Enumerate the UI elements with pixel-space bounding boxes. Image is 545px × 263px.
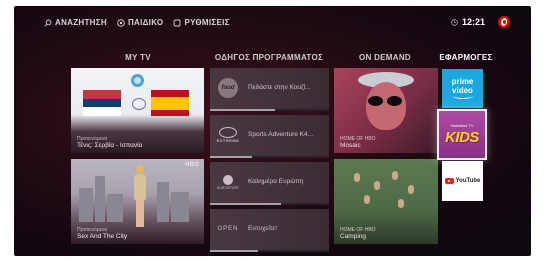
sunglasses-shape [368, 96, 404, 106]
extreme-logo-mark [219, 127, 237, 138]
building-shape [171, 192, 189, 222]
guide-title: Ευτυχείτε! [248, 225, 278, 232]
extreme-channel-logo-icon: EXTREME [216, 125, 240, 145]
header-ondemand[interactable]: ON DEMAND [344, 53, 426, 62]
nav-settings[interactable]: ΡΥΘΜΙΣΕΙΣ [173, 18, 229, 27]
hbo-badge: HBO [185, 162, 199, 168]
open-logo-text: OPEN [217, 226, 239, 232]
progress-bar [210, 156, 252, 158]
versus-icon [132, 98, 146, 110]
clock-icon [451, 18, 458, 26]
prime-line1: prime [451, 77, 474, 86]
progress-bar [210, 109, 276, 111]
tile-title: Mosaic [340, 142, 361, 149]
face-shape [366, 82, 406, 130]
serbia-flag-icon [83, 90, 121, 116]
ondemand-tile-mosaic[interactable]: HOME OF HBO Mosaic [334, 68, 438, 153]
tile-title: Camping [340, 233, 367, 240]
header-mytv[interactable]: MY TV [92, 53, 184, 62]
spain-flag-icon [151, 90, 189, 116]
app-youtube[interactable]: YouTube [442, 161, 483, 201]
tile-caption: HOME OF HBO Mosaic [340, 136, 376, 150]
header-apps[interactable]: ΕΦΑΡΜΟΓΕΣ [436, 53, 496, 62]
building-shape [107, 194, 123, 222]
nav-kids[interactable]: ΠΑΙΔΙΚΟ [117, 18, 163, 27]
search-icon [44, 19, 52, 27]
progress-bar [210, 250, 258, 252]
guide-row-open[interactable]: OPEN Ευτυχείτε! [210, 209, 329, 252]
food-logo-text: food [218, 78, 238, 98]
eurosport-channel-logo-icon: EUROSPORT [216, 172, 240, 192]
kids-icon [117, 18, 125, 27]
tile-title: Sex And The City [77, 233, 128, 240]
tile-title: Τένις: Σερβία - Ισπανία [77, 142, 143, 149]
nav-search[interactable]: ΑΝΑΖΗΤΗΣΗ [44, 18, 107, 27]
progress-bar [210, 203, 282, 205]
person-shape [408, 185, 414, 194]
header-guide[interactable]: ΟΔΗΓΟΣ ΠΡΟΓΡΑΜΜΑΤΟΣ [204, 53, 334, 62]
top-nav: ΑΝΑΖΗΤΗΣΗ ΠΑΙΔΙΚΟ ΡΥΘΜΙΣΕΙΣ [44, 18, 230, 27]
guide-title: Πεδάστε στην Κουζί... [248, 84, 311, 91]
person-figure [131, 165, 149, 227]
tile-caption: HOME OF HBO Camping [340, 227, 376, 241]
youtube-play-icon [444, 178, 454, 184]
building-shape [157, 182, 169, 222]
mytv-tile-satc[interactable]: HBO Προτεινόμενα Sex And The City [71, 159, 204, 244]
prime-smile-icon [452, 93, 473, 99]
app-vodafone-kids[interactable]: Vodafone TV KIDS [437, 109, 487, 160]
clock-time: 12:21 [462, 17, 486, 27]
kids-brand: Vodafone TV [450, 123, 474, 128]
kids-label: KIDS [445, 129, 479, 146]
tv-screen: ΑΝΑΖΗΤΗΣΗ ΠΑΙΔΙΚΟ ΡΥΘΜΙΣΕΙΣ 12:21 MY TV … [14, 6, 531, 256]
person-shape [374, 181, 380, 190]
eurosport-logo-mark [223, 174, 233, 185]
food-channel-logo-icon: food [216, 78, 240, 98]
guide-title: Καλημέρα Ευρώπη [248, 178, 304, 185]
youtube-label: YouTube [455, 178, 481, 184]
person-shape [354, 173, 360, 182]
guide-row-food[interactable]: food Πεδάστε στην Κουζί... [210, 68, 329, 111]
eurosport-logo-text: EUROSPORT [216, 185, 240, 190]
nav-search-label: ΑΝΑΖΗΤΗΣΗ [55, 18, 107, 27]
person-shape [364, 195, 370, 204]
guide-row-extreme[interactable]: EXTREME Sports Adventure K4... [210, 115, 329, 158]
channel-logo-icon [131, 74, 144, 87]
person-shape [398, 199, 404, 208]
clock: 12:21 [451, 17, 485, 27]
guide-row-eurosport[interactable]: EUROSPORT Καλημέρα Ευρώπη [210, 162, 329, 205]
guide-title: Sports Adventure K4... [248, 131, 314, 138]
open-channel-logo-icon: OPEN [216, 219, 240, 239]
nav-kids-label: ΠΑΙΔΙΚΟ [127, 18, 164, 27]
tile-caption: Προτεινόμενα Sex And The City [77, 227, 127, 241]
extreme-logo-text: EXTREME [216, 138, 240, 143]
top-bar: ΑΝΑΖΗΤΗΣΗ ΠΑΙΔΙΚΟ ΡΥΘΜΙΣΕΙΣ 12:21 [14, 6, 531, 40]
building-shape [95, 176, 105, 222]
settings-icon [173, 19, 181, 26]
person-shape [392, 171, 398, 180]
nav-settings-label: ΡΥΘΜΙΣΕΙΣ [184, 18, 230, 27]
building-shape [79, 188, 93, 222]
mytv-tile-tennis[interactable]: Προτεινόμενα Τένις: Σερβία - Ισπανία [71, 68, 204, 153]
tile-caption: Προτεινόμενα Τένις: Σερβία - Ισπανία [77, 136, 142, 150]
ondemand-tile-camping[interactable]: HOME OF HBO Camping [334, 159, 438, 244]
vodafone-logo-icon [498, 16, 510, 28]
app-prime-video[interactable]: prime video [442, 69, 483, 108]
